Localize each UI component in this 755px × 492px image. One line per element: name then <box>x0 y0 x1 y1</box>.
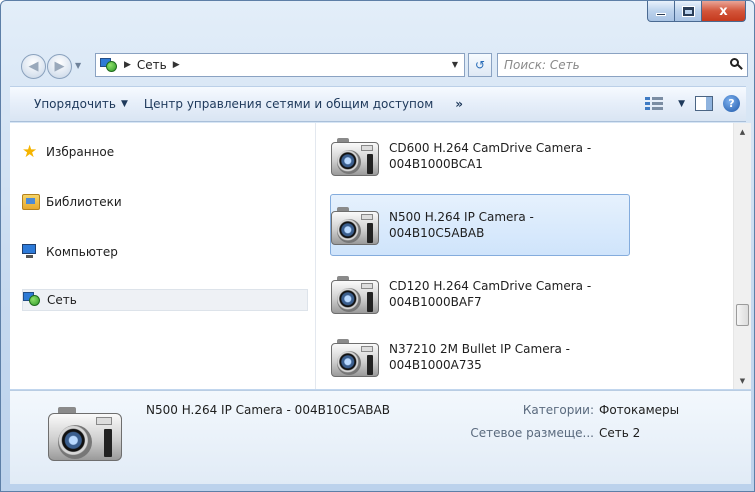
network-icon <box>100 58 118 72</box>
minimize-button[interactable] <box>647 1 675 22</box>
more-commands-button[interactable]: » <box>455 97 463 111</box>
list-item[interactable]: CD120 H.264 CamDrive Camera -004B1000BAF… <box>330 263 630 325</box>
refresh-button[interactable]: ↺ <box>468 53 492 77</box>
details-category-value: Фотокамеры <box>599 403 680 417</box>
camera-icon <box>331 203 381 247</box>
star-icon: ★ <box>22 142 38 162</box>
minimize-icon <box>656 12 666 16</box>
close-icon: x <box>719 3 728 19</box>
scroll-up-icon[interactable]: ▲ <box>734 123 751 140</box>
breadcrumb-separator-icon[interactable]: ▶ <box>124 60 131 70</box>
item-label: CD600 H.264 CamDrive Camera -004B1000BCA… <box>389 141 592 171</box>
navigation-pane: ★ Избранное Библиотеки Компьютер Сеть <box>10 123 315 389</box>
maximize-icon <box>682 6 694 16</box>
chevron-down-icon: ▼ <box>120 99 128 109</box>
list-item[interactable]: CD600 H.264 CamDrive Camera -004B1000BCA… <box>330 125 630 187</box>
address-dropdown-icon[interactable]: ▼ <box>452 60 458 69</box>
back-button[interactable]: ◀ <box>21 54 46 79</box>
item-label: N500 H.264 IP Camera -004B10C5ABAB <box>389 210 534 240</box>
scrollbar-thumb[interactable] <box>736 303 749 326</box>
help-icon[interactable]: ? <box>723 95 740 112</box>
preview-pane-icon[interactable] <box>695 96 713 111</box>
toolbar-right: ▼ ? <box>645 95 740 112</box>
view-dropdown-icon[interactable]: ▼ <box>678 99 685 109</box>
address-bar[interactable]: ▶ Сеть ▶ ▼ <box>95 53 465 77</box>
network-center-label: Центр управления сетями и общим доступом <box>143 97 434 111</box>
maximize-button[interactable] <box>675 1 702 22</box>
refresh-icon: ↺ <box>474 58 486 72</box>
network-icon <box>23 292 41 308</box>
search-input[interactable]: Поиск: Сеть <box>497 53 748 77</box>
camera-icon <box>331 272 381 316</box>
close-button[interactable]: x <box>702 1 746 22</box>
nav-item-label: Библиотеки <box>46 195 122 209</box>
search-icon[interactable] <box>730 58 743 70</box>
explorer-window: x ◀ ▶ ▼ ▶ Сеть ▶ ▼ ↺ Поиск: Сеть Упорядо… <box>0 0 755 492</box>
nav-item-label: Компьютер <box>46 245 118 259</box>
scroll-down-icon[interactable]: ▼ <box>734 372 751 389</box>
caption-buttons: x <box>647 1 746 22</box>
recent-pages-dropdown[interactable]: ▼ <box>75 61 81 70</box>
item-label: N37210 2M Bullet IP Camera -004B1000A735 <box>389 342 571 372</box>
nav-item-computer[interactable]: Компьютер <box>22 241 308 263</box>
details-item-name: N500 H.264 IP Camera - 004B10C5ABAB <box>146 403 390 417</box>
list-item[interactable]: N500 H.264 IP Camera -004B10C5ABAB <box>330 194 630 256</box>
details-category-label: Категории: <box>522 403 594 417</box>
nav-item-label: Сеть <box>47 293 77 307</box>
nav-item-network[interactable]: Сеть <box>22 289 308 311</box>
item-label: CD120 H.264 CamDrive Camera -004B1000BAF… <box>389 279 592 309</box>
breadcrumb-network[interactable]: Сеть <box>137 58 167 72</box>
camera-icon <box>331 134 381 178</box>
details-location-label: Сетевое размеще... <box>470 426 594 440</box>
organize-label: Упорядочить <box>34 97 116 111</box>
details-pane: N500 H.264 IP Camera - 004B10C5ABAB Кате… <box>10 390 751 484</box>
forward-arrow-icon: ▶ <box>54 59 65 74</box>
file-list: CD600 H.264 CamDrive Camera -004B1000BCA… <box>315 123 733 389</box>
nav-item-favorites[interactable]: ★ Избранное <box>22 141 308 163</box>
breadcrumb-separator-icon[interactable]: ▶ <box>173 60 180 70</box>
network-center-button[interactable]: Центр управления сетями и общим доступом <box>136 97 441 111</box>
nav-item-label: Избранное <box>46 145 115 159</box>
command-bar: Упорядочить ▼ Центр управления сетями и … <box>10 86 746 122</box>
address-row: ◀ ▶ ▼ ▶ Сеть ▶ ▼ ↺ Поиск: Сеть <box>21 53 748 79</box>
vertical-scrollbar[interactable]: ▲ ▼ <box>733 123 751 389</box>
libraries-icon <box>22 194 40 210</box>
forward-button[interactable]: ▶ <box>47 54 72 79</box>
list-item[interactable]: N37210 2M Bullet IP Camera -004B1000A735 <box>330 326 630 388</box>
camera-icon <box>331 335 381 379</box>
change-view-icon[interactable] <box>645 96 664 111</box>
organize-button[interactable]: Упорядочить ▼ <box>10 97 136 111</box>
camera-icon <box>48 401 126 463</box>
computer-icon <box>22 244 40 260</box>
details-location-value: Сеть 2 <box>599 426 641 440</box>
search-placeholder: Поиск: Сеть <box>504 58 580 72</box>
back-arrow-icon: ◀ <box>28 59 39 74</box>
nav-item-libraries[interactable]: Библиотеки <box>22 191 308 213</box>
